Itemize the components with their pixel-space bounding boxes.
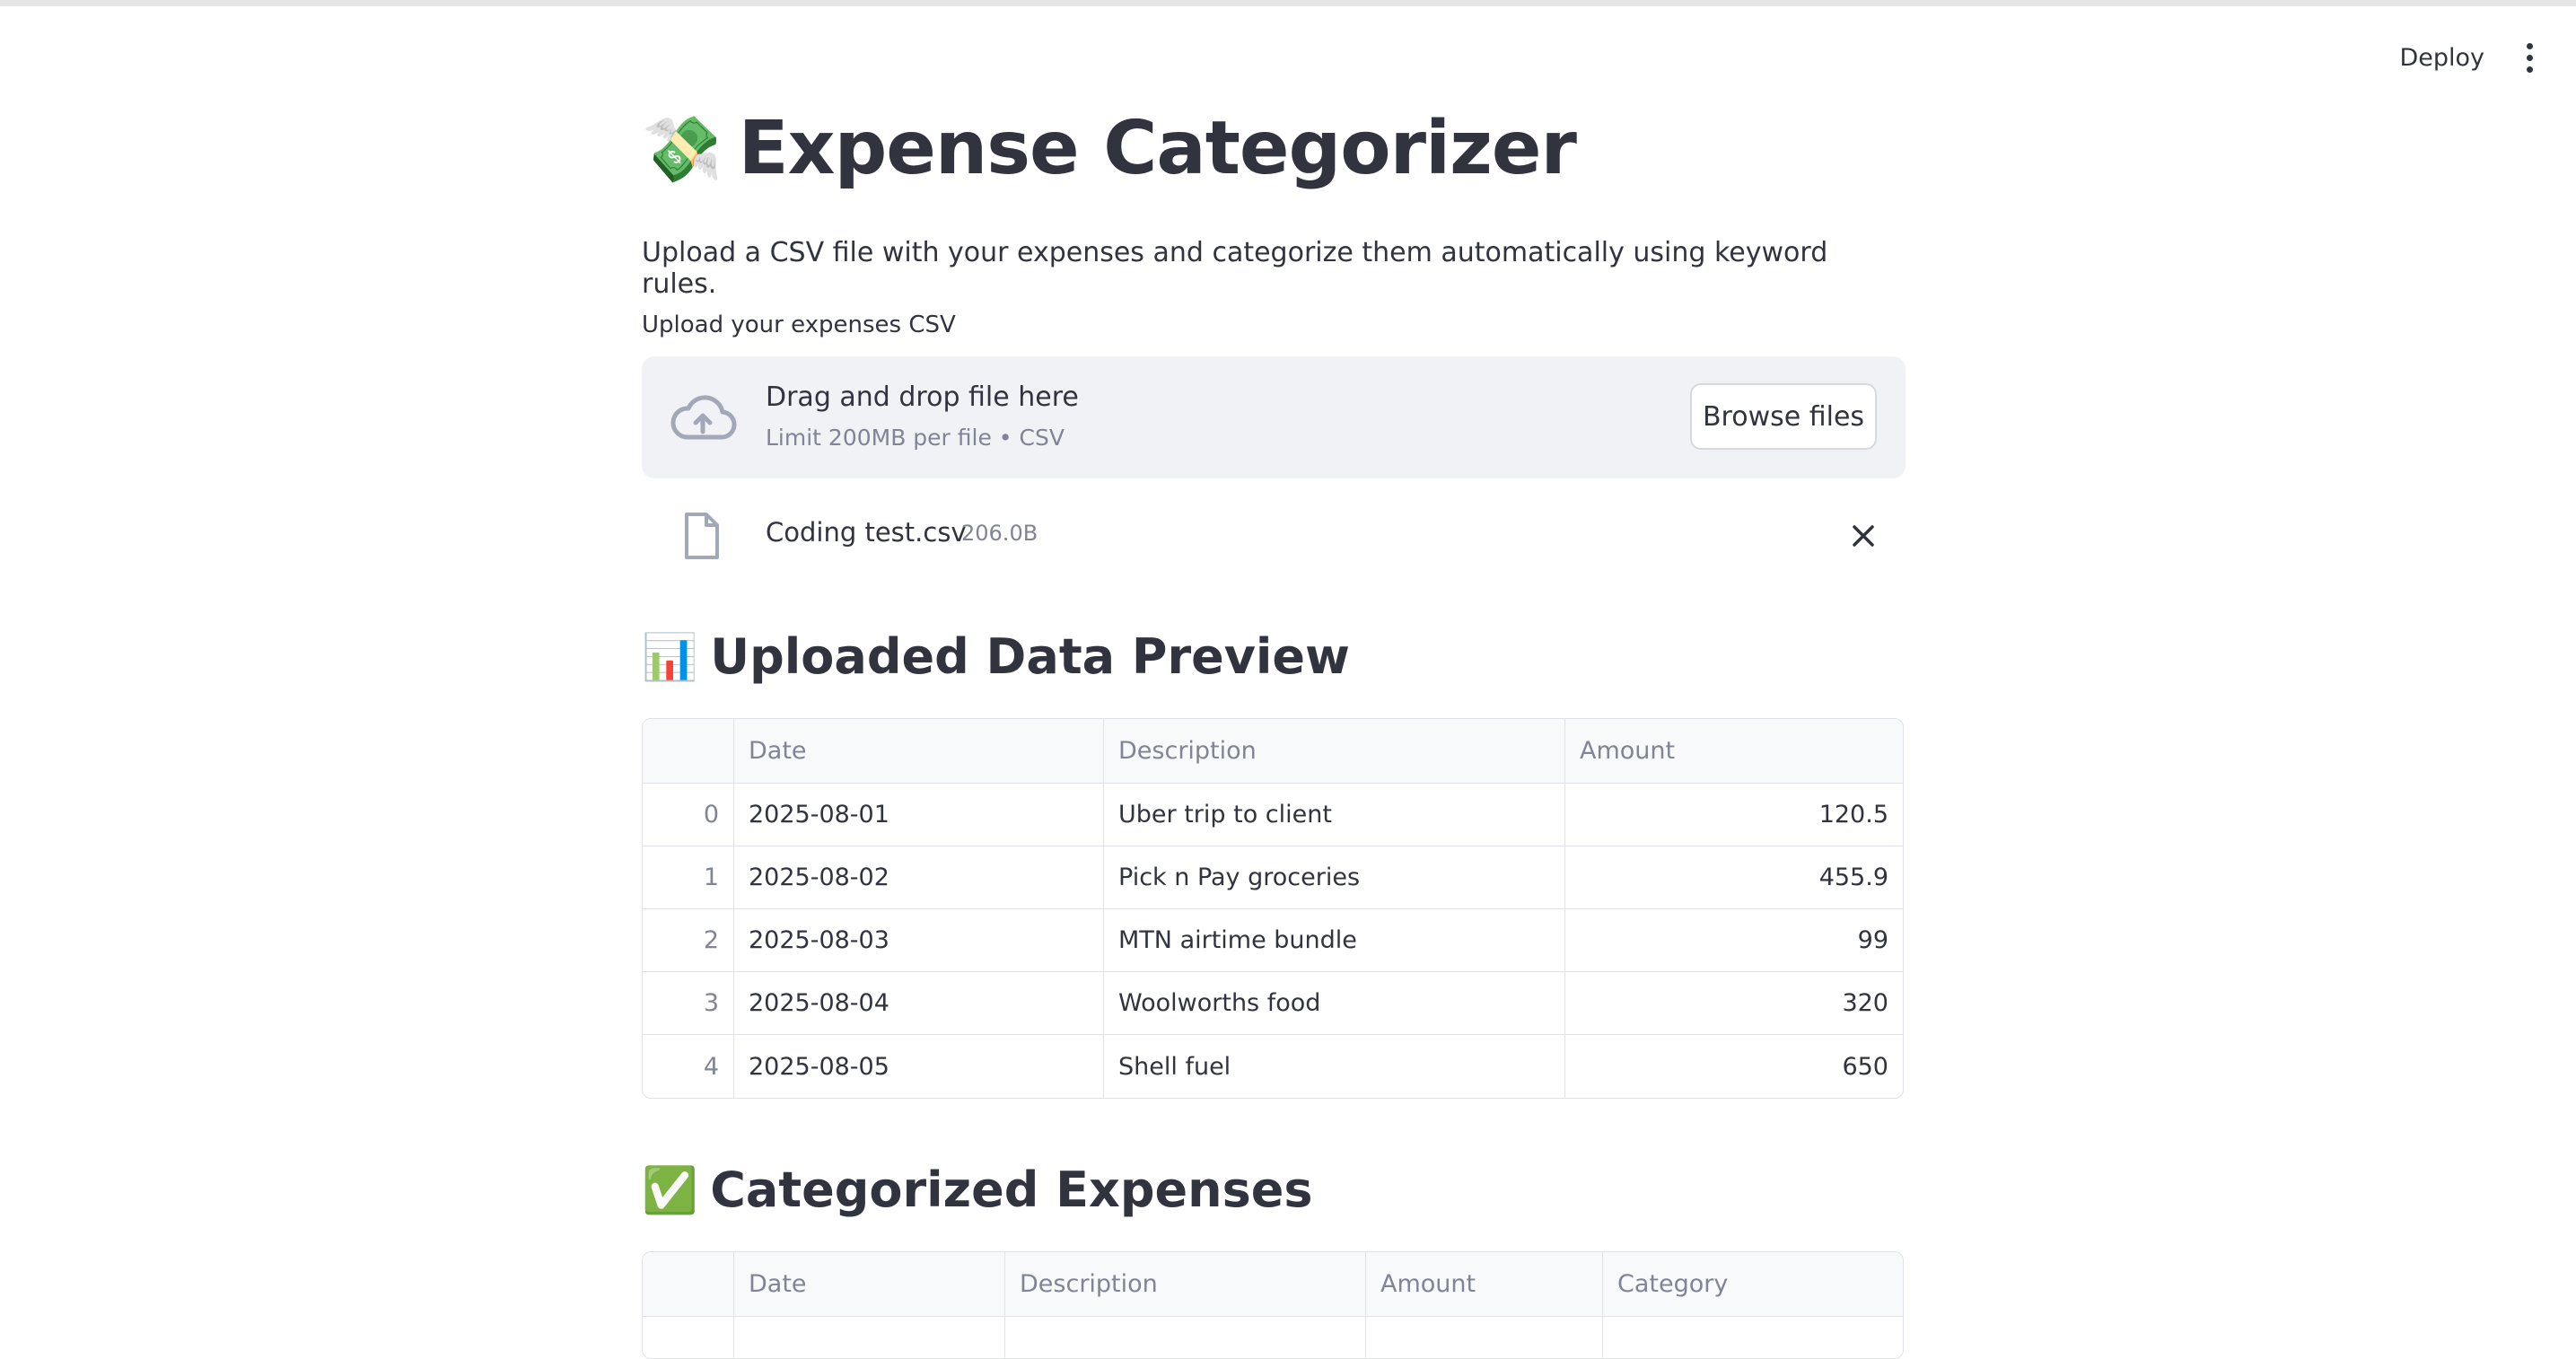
date-cell[interactable] (734, 1317, 1005, 1358)
app-header-actions: Deploy (2399, 43, 2538, 73)
dropzone-instruction: Drag and drop file here (766, 381, 1079, 413)
section-heading-text: Uploaded Data Preview (710, 628, 1350, 685)
cloud-upload-icon (670, 395, 737, 440)
amount-cell[interactable] (1366, 1317, 1603, 1358)
column-header-index[interactable] (643, 1252, 734, 1316)
table-header-row: Date Description Amount (643, 719, 1903, 784)
description-cell[interactable]: Pick n Pay groceries (1104, 846, 1565, 908)
file-size: 206.0B (961, 521, 1038, 546)
table-row[interactable]: 1 2025-08-02 Pick n Pay groceries 455.9 (643, 846, 1903, 909)
main-menu-icon[interactable] (2520, 43, 2538, 73)
categorized-table[interactable]: Date Description Amount Category (642, 1251, 1904, 1359)
column-header-index[interactable] (643, 719, 734, 783)
row-index: 4 (643, 1035, 734, 1098)
table-row[interactable]: 2 2025-08-03 MTN airtime bundle 99 (643, 909, 1903, 972)
column-header-category[interactable]: Category (1603, 1252, 1903, 1316)
money-wings-icon: 💸 (642, 110, 723, 187)
description-cell[interactable]: MTN airtime bundle (1104, 909, 1565, 971)
row-index: 0 (643, 784, 734, 846)
file-icon (685, 513, 719, 559)
uploaded-file-item: Coding test.csv 206.0B (642, 504, 1906, 564)
row-index: 1 (643, 846, 734, 908)
close-icon[interactable] (1850, 522, 1877, 549)
date-cell[interactable]: 2025-08-03 (734, 909, 1104, 971)
amount-cell[interactable]: 99 (1565, 909, 1903, 971)
table-row[interactable]: 3 2025-08-04 Woolworths food 320 (643, 972, 1903, 1035)
table-row[interactable]: 4 2025-08-05 Shell fuel 650 (643, 1035, 1903, 1098)
deploy-button[interactable]: Deploy (2399, 44, 2484, 72)
file-name: Coding test.csv (766, 517, 967, 548)
table-row[interactable]: 0 2025-08-01 Uber trip to client 120.5 (643, 784, 1903, 846)
preview-table[interactable]: Date Description Amount 0 2025-08-01 Ube… (642, 718, 1904, 1099)
top-border (0, 0, 2576, 6)
page-title-text: Expense Categorizer (738, 106, 1577, 191)
date-cell[interactable]: 2025-08-05 (734, 1035, 1104, 1098)
page-subtitle: Upload a CSV file with your expenses and… (642, 237, 1828, 300)
table-row[interactable] (643, 1317, 1903, 1358)
page-title: 💸 Expense Categorizer (642, 106, 1577, 191)
description-cell[interactable]: Shell fuel (1104, 1035, 1565, 1098)
row-index: 3 (643, 972, 734, 1034)
file-dropzone[interactable]: Drag and drop file here Limit 200MB per … (642, 356, 1906, 478)
bar-chart-icon: 📊 (642, 630, 698, 683)
row-index: 2 (643, 909, 734, 971)
description-cell[interactable]: Uber trip to client (1104, 784, 1565, 846)
column-header-amount[interactable]: Amount (1565, 719, 1903, 783)
date-cell[interactable]: 2025-08-01 (734, 784, 1104, 846)
check-mark-icon: ✅ (642, 1163, 698, 1216)
row-index (643, 1317, 734, 1358)
column-header-description[interactable]: Description (1005, 1252, 1366, 1316)
column-header-date[interactable]: Date (734, 1252, 1005, 1316)
amount-cell[interactable]: 320 (1565, 972, 1903, 1034)
section-heading-categorized: ✅ Categorized Expenses (642, 1162, 1313, 1218)
date-cell[interactable]: 2025-08-02 (734, 846, 1104, 908)
amount-cell[interactable]: 650 (1565, 1035, 1903, 1098)
column-header-date[interactable]: Date (734, 719, 1104, 783)
uploader-label: Upload your expenses CSV (642, 311, 956, 338)
section-heading-text: Categorized Expenses (710, 1162, 1313, 1218)
amount-cell[interactable]: 120.5 (1565, 784, 1903, 846)
amount-cell[interactable]: 455.9 (1565, 846, 1903, 908)
date-cell[interactable]: 2025-08-04 (734, 972, 1104, 1034)
dropzone-limit: Limit 200MB per file • CSV (766, 425, 1065, 451)
section-heading-preview: 📊 Uploaded Data Preview (642, 628, 1350, 685)
category-cell[interactable] (1603, 1317, 1903, 1358)
table-header-row: Date Description Amount Category (643, 1252, 1903, 1317)
description-cell[interactable]: Woolworths food (1104, 972, 1565, 1034)
description-cell[interactable] (1005, 1317, 1366, 1358)
column-header-description[interactable]: Description (1104, 719, 1565, 783)
column-header-amount[interactable]: Amount (1366, 1252, 1603, 1316)
browse-files-button[interactable]: Browse files (1690, 383, 1877, 450)
